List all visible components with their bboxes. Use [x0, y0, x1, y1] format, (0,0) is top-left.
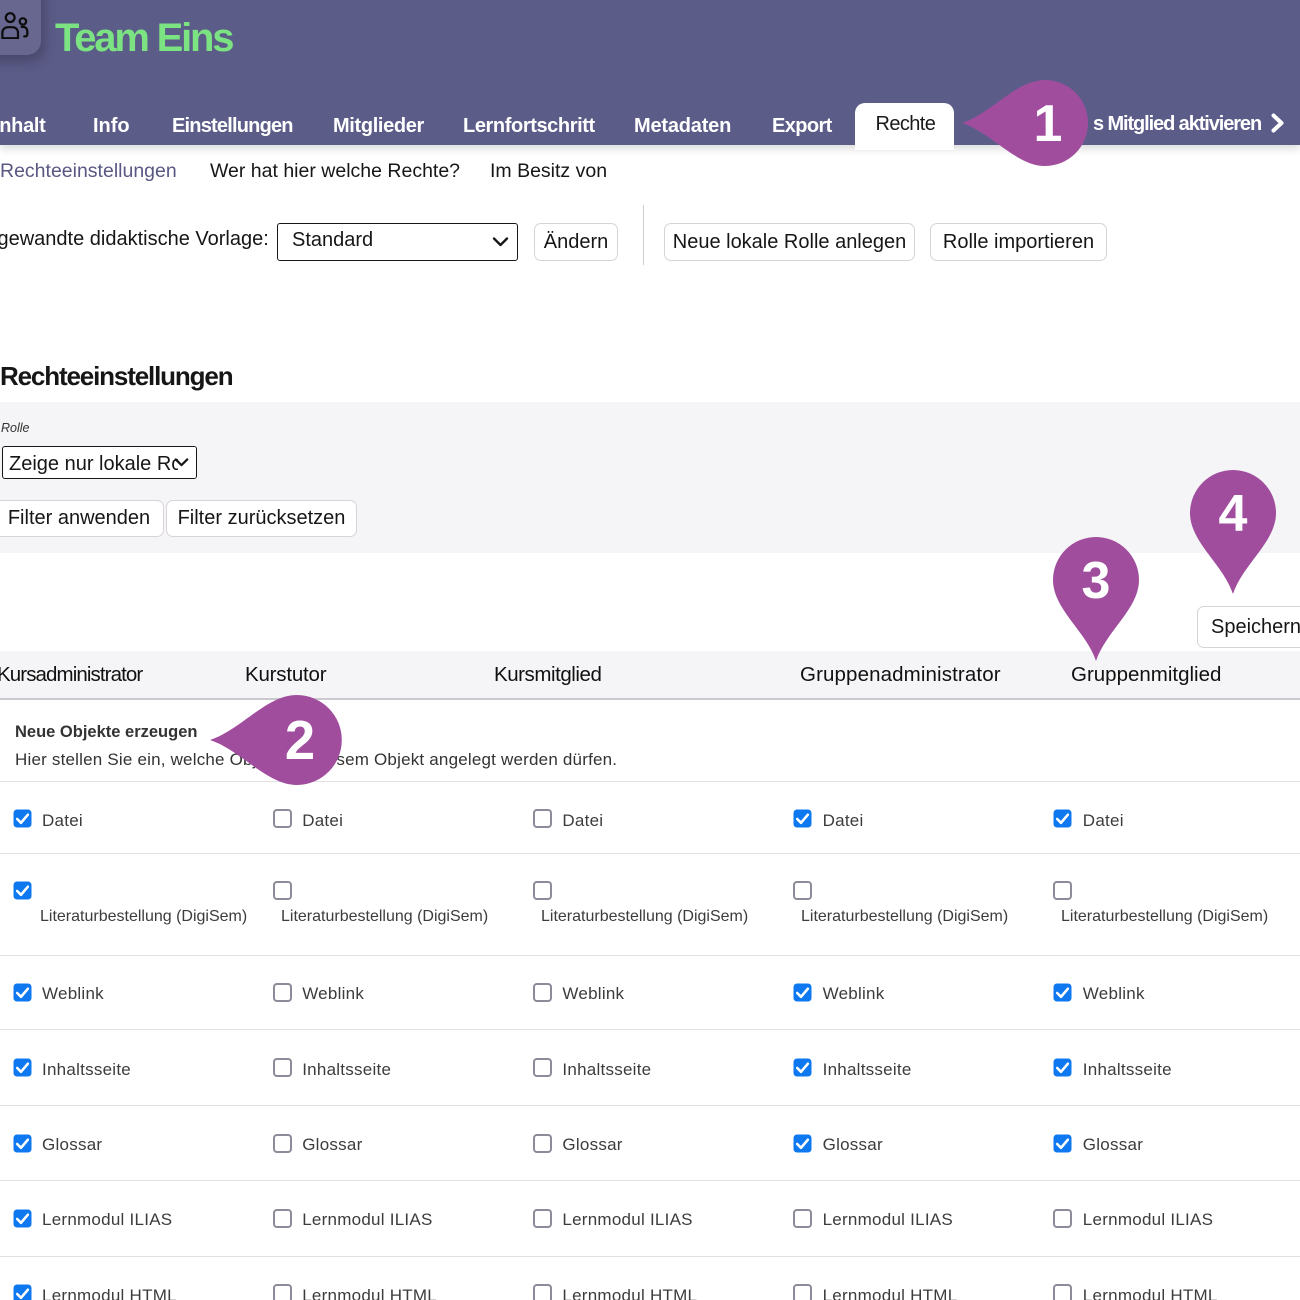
svg-text:3: 3 [1082, 552, 1111, 610]
svg-text:4: 4 [1219, 485, 1248, 543]
svg-text:1: 1 [1034, 95, 1063, 153]
svg-text:2: 2 [285, 709, 315, 770]
